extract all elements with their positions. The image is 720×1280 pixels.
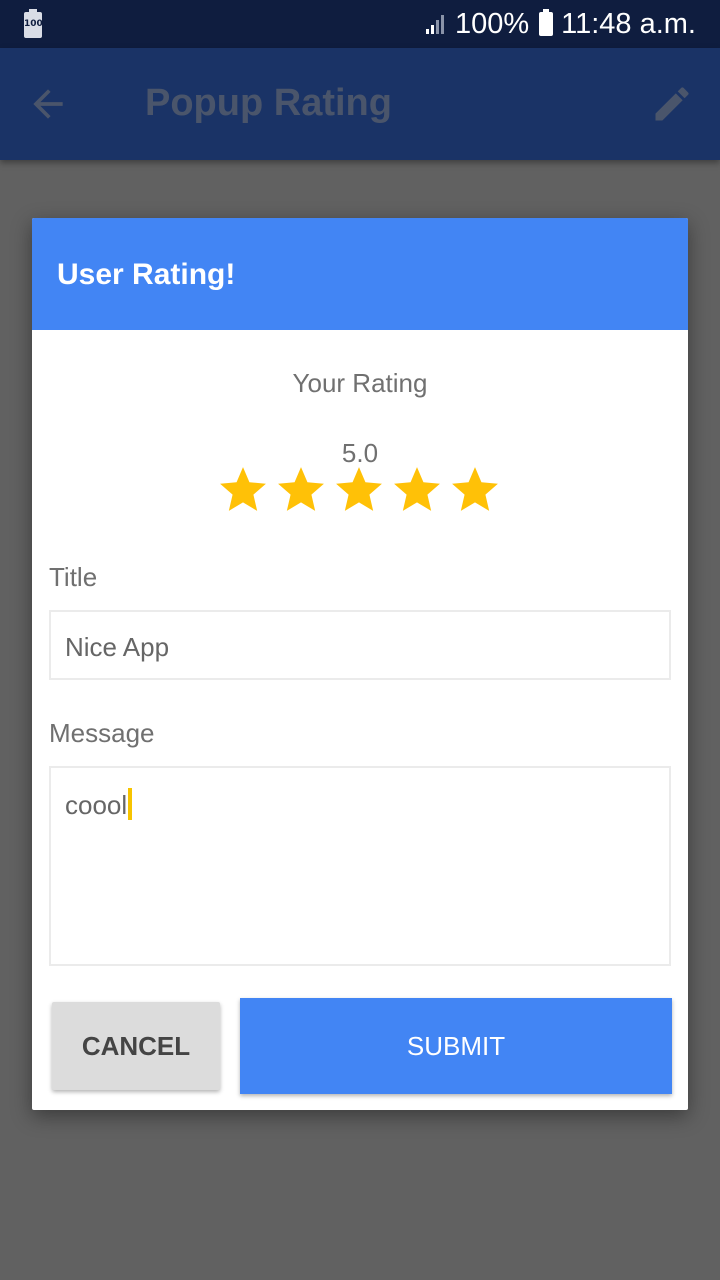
arrow-back-icon[interactable] bbox=[26, 82, 70, 126]
star-icon-3[interactable] bbox=[334, 464, 384, 514]
cancel-button[interactable]: CANCEL bbox=[52, 1002, 220, 1090]
app-bar: Popup Rating bbox=[0, 48, 720, 160]
title-input-value: Nice App bbox=[65, 632, 170, 662]
signal-icon bbox=[425, 15, 444, 34]
title-field-label: Title bbox=[49, 562, 98, 592]
battery-saver-icon: 100 bbox=[24, 9, 43, 38]
dialog-title: User Rating! bbox=[57, 258, 236, 291]
star-icon-5[interactable] bbox=[450, 464, 500, 514]
message-input[interactable]: coool bbox=[49, 766, 671, 966]
star-icon-2[interactable] bbox=[276, 464, 326, 514]
submit-button[interactable]: SUBMIT bbox=[240, 998, 672, 1094]
rating-label: Your Rating bbox=[292, 368, 428, 398]
message-field-label: Message bbox=[49, 718, 155, 748]
status-bar: 100 100% 11:48 a.m. bbox=[0, 0, 720, 48]
page-title: Popup Rating bbox=[145, 82, 392, 124]
battery-icon bbox=[539, 9, 554, 36]
battery-percent: 100% bbox=[454, 7, 530, 40]
clock: 11:48 a.m. bbox=[561, 7, 696, 40]
star-rating-bar[interactable] bbox=[218, 464, 500, 514]
star-icon-1[interactable] bbox=[218, 464, 268, 514]
rating-dialog: User Rating! Your Rating 5.0 Title Nice … bbox=[32, 218, 688, 1110]
battery-saver-text: 100 bbox=[24, 19, 43, 29]
title-input[interactable]: Nice App bbox=[49, 610, 671, 680]
pencil-icon[interactable] bbox=[650, 82, 694, 126]
message-input-value: coool bbox=[65, 790, 128, 820]
dialog-header: User Rating! bbox=[32, 218, 688, 330]
text-cursor bbox=[128, 788, 133, 820]
status-right-group: 100% 11:48 a.m. bbox=[425, 0, 696, 48]
star-icon-4[interactable] bbox=[392, 464, 442, 514]
